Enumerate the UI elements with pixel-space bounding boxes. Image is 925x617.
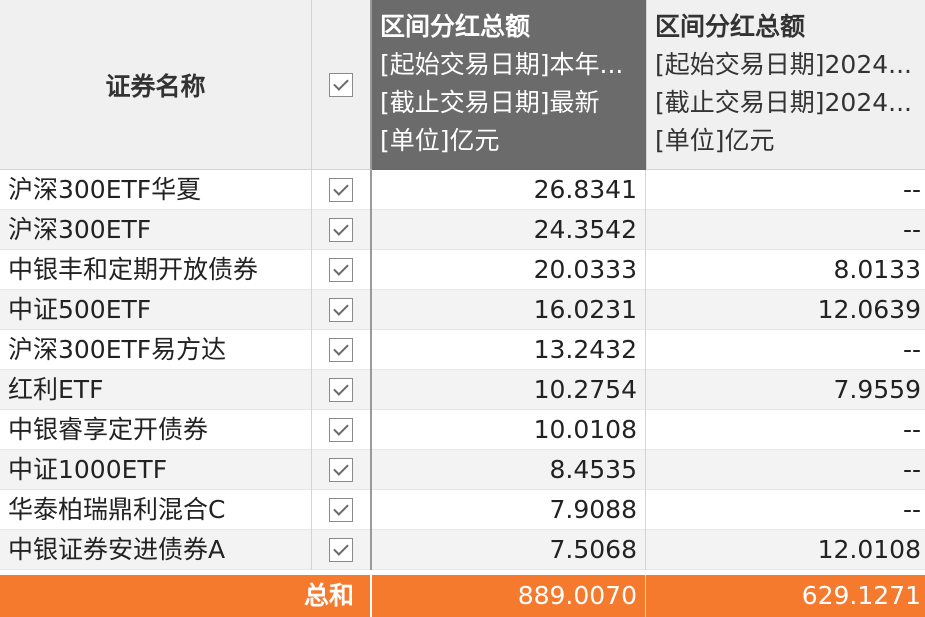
dividend-current-cell: 8.4535 — [372, 450, 646, 490]
security-name-cell: 沪深300ETF华夏 — [0, 170, 312, 210]
footer-total-label: 总和 — [0, 575, 372, 617]
row-checkbox-icon[interactable] — [329, 458, 353, 482]
dividend-2024-cell: -- — [902, 335, 921, 364]
table-row[interactable]: 中银证券安进债券A 7.5068 12.0108 — [0, 530, 925, 570]
grid-footer-total: 总和 889.0070 629.1271 — [0, 575, 925, 617]
security-name-cell: 红利ETF — [0, 370, 312, 410]
security-name-cell: 中银证券安进债券A — [0, 530, 312, 570]
dividend-2024-cell: -- — [902, 495, 921, 524]
row-checkbox-icon[interactable] — [329, 258, 353, 282]
header-security-name-label: 证券名称 — [105, 71, 206, 101]
row-select-cell — [312, 490, 372, 530]
col2-title: 区间分红总额 — [655, 12, 806, 41]
row-checkbox-icon[interactable] — [329, 338, 353, 362]
header-security-name[interactable]: 证券名称 — [0, 0, 312, 170]
dividend-current-cell: 7.5068 — [372, 530, 646, 570]
row-checkbox-icon[interactable] — [329, 298, 353, 322]
table-row[interactable]: 沪深300ETF华夏 26.8341 -- — [0, 170, 925, 210]
dividend-2024-cell: 7.9559 — [833, 375, 921, 404]
dividend-2024-cell: 12.0108 — [817, 535, 921, 564]
col2-start-date: [起始交易日期]2024... — [655, 50, 912, 79]
footer-total-col2: 629.1271 — [801, 581, 921, 610]
row-select-cell — [312, 250, 372, 290]
table-row[interactable]: 中证500ETF 16.0231 12.0639 — [0, 290, 925, 330]
security-name-cell: 沪深300ETF — [0, 210, 312, 250]
table-row[interactable]: 中证1000ETF 8.4535 -- — [0, 450, 925, 490]
dividend-2024-cell: -- — [902, 455, 921, 484]
col1-end-date: [截止交易日期]最新 — [380, 88, 600, 117]
security-name-cell: 中证1000ETF — [0, 450, 312, 490]
select-all-checkbox-icon[interactable] — [329, 72, 353, 97]
row-checkbox-icon[interactable] — [329, 378, 353, 402]
col2-unit: [单位]亿元 — [655, 126, 775, 155]
row-select-cell — [312, 370, 372, 410]
col1-start-date: [起始交易日期]本年... — [380, 50, 624, 79]
security-name-cell: 中银睿享定开债券 — [0, 410, 312, 450]
row-select-cell — [312, 330, 372, 370]
row-select-cell — [312, 530, 372, 570]
dividend-2024-cell: -- — [902, 175, 921, 204]
dividend-current-cell: 24.3542 — [372, 210, 646, 250]
security-name-cell: 华泰柏瑞鼎利混合C — [0, 490, 312, 530]
header-col-dividend-2024[interactable]: 区间分红总额 [起始交易日期]2024... [截止交易日期]2024... [… — [646, 0, 925, 170]
dividend-current-cell: 26.8341 — [372, 170, 646, 210]
row-select-cell — [312, 410, 372, 450]
header-col-dividend-current[interactable]: 区间分红总额 [起始交易日期]本年... [截止交易日期]最新 [单位]亿元 — [372, 0, 646, 170]
row-checkbox-icon[interactable] — [329, 418, 353, 442]
col1-unit: [单位]亿元 — [380, 126, 500, 155]
table-row[interactable]: 中银睿享定开债券 10.0108 -- — [0, 410, 925, 450]
header-select-all[interactable] — [312, 0, 372, 170]
table-row[interactable]: 华泰柏瑞鼎利混合C 7.9088 -- — [0, 490, 925, 530]
table-row[interactable]: 沪深300ETF 24.3542 -- — [0, 210, 925, 250]
col2-end-date: [截止交易日期]2024... — [655, 88, 912, 117]
row-select-cell — [312, 450, 372, 490]
row-checkbox-icon[interactable] — [329, 178, 353, 202]
grid-header: 证券名称 区间分红总额 [起始交易日期]本年... [截止交易日期]最新 [单位… — [0, 0, 925, 170]
dividend-2024-cell: -- — [902, 215, 921, 244]
row-select-cell — [312, 210, 372, 250]
dividend-current-cell: 7.9088 — [372, 490, 646, 530]
dividend-current-cell: 10.0108 — [372, 410, 646, 450]
security-name-cell: 中银丰和定期开放债券 — [0, 250, 312, 290]
table-row[interactable]: 中银丰和定期开放债券 20.0333 8.0133 — [0, 250, 925, 290]
dividend-2024-cell: 8.0133 — [833, 255, 921, 284]
col1-title: 区间分红总额 — [380, 12, 531, 41]
dividend-current-cell: 10.2754 — [372, 370, 646, 410]
table-row[interactable]: 红利ETF 10.2754 7.9559 — [0, 370, 925, 410]
dividend-current-cell: 13.2432 — [372, 330, 646, 370]
row-select-cell — [312, 170, 372, 210]
table-row[interactable]: 沪深300ETF易方达 13.2432 -- — [0, 330, 925, 370]
footer-total-col1: 889.0070 — [372, 575, 646, 617]
row-select-cell — [312, 290, 372, 330]
dividend-current-cell: 16.0231 — [372, 290, 646, 330]
row-checkbox-icon[interactable] — [329, 218, 353, 242]
security-name-cell: 沪深300ETF易方达 — [0, 330, 312, 370]
row-checkbox-icon[interactable] — [329, 498, 353, 522]
row-checkbox-icon[interactable] — [329, 538, 353, 562]
dividend-2024-cell: 12.0639 — [817, 295, 921, 324]
security-name-cell: 中证500ETF — [0, 290, 312, 330]
dividend-2024-cell: -- — [902, 415, 921, 444]
dividend-current-cell: 20.0333 — [372, 250, 646, 290]
